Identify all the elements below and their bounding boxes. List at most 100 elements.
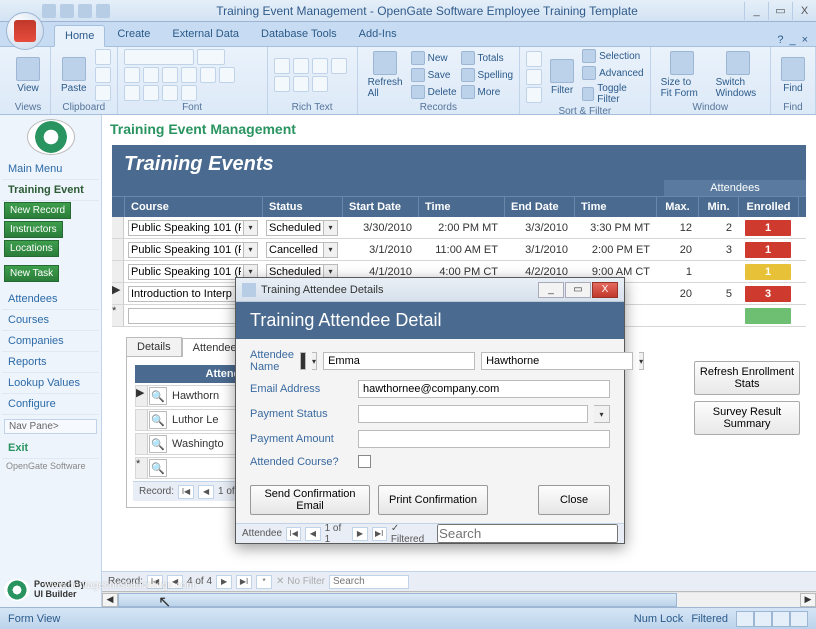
fill-color-button[interactable]: [143, 85, 159, 101]
bold-button[interactable]: [124, 67, 140, 83]
sidebar-training-event[interactable]: Training Event: [2, 180, 99, 201]
event-row[interactable]: ▾▾3/30/20102:00 PM MT3/3/20103:30 PM MT1…: [112, 217, 806, 239]
nav-pane-toggle[interactable]: Nav Pane>: [4, 419, 97, 434]
sidebar-attendees[interactable]: Attendees: [2, 289, 99, 310]
course-input[interactable]: [128, 308, 244, 324]
row-selector[interactable]: [112, 261, 124, 282]
spelling-button[interactable]: Spelling: [461, 68, 514, 82]
font-family-combo[interactable]: [124, 49, 194, 65]
status-input[interactable]: [266, 220, 324, 236]
sort-asc-button[interactable]: [526, 51, 542, 67]
format-painter-icon[interactable]: [95, 85, 111, 101]
indent-inc-button[interactable]: [331, 58, 347, 74]
filter-button[interactable]: Filter: [546, 57, 578, 98]
first-name-input[interactable]: [323, 352, 475, 370]
sidebar-exit[interactable]: Exit: [2, 438, 99, 459]
sidebar-new-record[interactable]: New Record: [4, 202, 71, 219]
highlight-button[interactable]: [312, 76, 328, 92]
sort-desc-button[interactable]: [526, 69, 542, 85]
filtered-chip[interactable]: ✓ Filtered: [391, 523, 433, 545]
sidebar-locations[interactable]: Locations: [4, 240, 59, 257]
dialog-close-button[interactable]: X: [592, 282, 618, 298]
sidebar-configure[interactable]: Configure: [2, 394, 99, 415]
cut-icon[interactable]: [95, 49, 111, 65]
mdi-close-icon[interactable]: ×: [802, 34, 808, 46]
dialog-search-input[interactable]: [437, 524, 618, 543]
help-icon[interactable]: ?: [777, 34, 783, 46]
max-cell[interactable]: 12: [656, 220, 698, 236]
nav-next-button[interactable]: ▶: [216, 575, 232, 589]
view-button[interactable]: View: [12, 55, 44, 96]
align-center-button[interactable]: [200, 67, 216, 83]
course-input[interactable]: [128, 220, 244, 236]
start-date-cell[interactable]: 3/30/2010: [342, 220, 418, 236]
search-input[interactable]: [329, 575, 409, 589]
end-time-cell[interactable]: 3:30 PM MT: [574, 220, 656, 236]
sidebar-courses[interactable]: Courses: [2, 310, 99, 331]
view-design-icon[interactable]: [790, 611, 808, 627]
subtab-details[interactable]: Details: [126, 337, 182, 356]
print-confirmation-button[interactable]: Print Confirmation: [378, 485, 488, 515]
send-confirmation-button[interactable]: Send Confirmation Email: [250, 485, 370, 515]
window-maximize-button[interactable]: ▭: [768, 2, 792, 20]
close-button[interactable]: Close: [538, 485, 610, 515]
col-start-time[interactable]: Time: [419, 197, 505, 217]
col-end-time[interactable]: Time: [575, 197, 657, 217]
prefix-combo[interactable]: [300, 352, 306, 370]
email-input[interactable]: [358, 380, 610, 398]
italic-button[interactable]: [143, 67, 159, 83]
col-max[interactable]: Max.: [657, 197, 699, 217]
start-time-cell[interactable]: 2:00 PM MT: [418, 220, 504, 236]
course-input[interactable]: [128, 264, 244, 280]
nav-last-button[interactable]: ▶I: [236, 575, 252, 589]
course-input[interactable]: [128, 286, 244, 302]
quick-access-toolbar[interactable]: [42, 4, 110, 18]
status-input[interactable]: [266, 242, 324, 258]
dialog-maximize-button[interactable]: ▭: [565, 282, 591, 298]
survey-result-button[interactable]: Survey Result Summary: [694, 401, 800, 435]
nav-prev-icon[interactable]: ◀: [198, 485, 214, 499]
selection-button[interactable]: Selection: [582, 49, 643, 63]
align-right-button[interactable]: [219, 67, 235, 83]
new-record-button[interactable]: New: [411, 51, 457, 65]
align-left-button[interactable]: [181, 67, 197, 83]
sidebar-main-menu[interactable]: Main Menu: [2, 159, 99, 180]
clear-sort-button[interactable]: [526, 87, 542, 103]
payment-status-dropdown-icon[interactable]: ▾: [594, 405, 610, 423]
attended-checkbox[interactable]: [358, 455, 371, 468]
sidebar-instructors[interactable]: Instructors: [4, 221, 63, 238]
col-status[interactable]: Status: [263, 197, 343, 217]
copy-icon[interactable]: [95, 67, 111, 83]
min-cell[interactable]: 5: [698, 286, 738, 302]
dlg-nav-prev-icon[interactable]: ◀: [305, 527, 320, 541]
sidebar-companies[interactable]: Companies: [2, 331, 99, 352]
max-cell[interactable]: [656, 314, 698, 318]
name-dropdown-icon[interactable]: ▾: [639, 352, 644, 370]
magnify-icon[interactable]: 🔍: [149, 435, 167, 453]
font-size-combo[interactable]: [197, 49, 225, 65]
magnify-icon[interactable]: 🔍: [149, 387, 167, 405]
nav-first-icon[interactable]: I◀: [178, 485, 194, 499]
min-cell[interactable]: [698, 270, 738, 274]
col-course[interactable]: Course: [125, 197, 263, 217]
scroll-right-icon[interactable]: ▶: [800, 593, 816, 607]
sidebar-new-task[interactable]: New Task: [4, 265, 59, 282]
chevron-down-icon[interactable]: ▾: [324, 242, 338, 258]
scroll-left-icon[interactable]: ◀: [102, 593, 118, 607]
view-form-icon[interactable]: [736, 611, 754, 627]
start-time-cell[interactable]: 11:00 AM ET: [418, 242, 504, 258]
max-cell[interactable]: 1: [656, 264, 698, 280]
chevron-down-icon[interactable]: ▾: [244, 242, 258, 258]
chevron-down-icon[interactable]: ▾: [324, 220, 338, 236]
dialog-minimize-button[interactable]: _: [538, 282, 564, 298]
totals-button[interactable]: Totals: [461, 51, 514, 65]
end-date-cell[interactable]: 3/1/2010: [504, 242, 574, 258]
dlg-nav-first-icon[interactable]: I◀: [286, 527, 301, 541]
ribbon-minimize-icon[interactable]: _: [789, 34, 795, 46]
end-date-cell[interactable]: 3/3/2010: [504, 220, 574, 236]
min-cell[interactable]: [698, 314, 738, 318]
underline-button[interactable]: [162, 67, 178, 83]
window-minimize-button[interactable]: _: [744, 2, 768, 20]
max-cell[interactable]: 20: [656, 286, 698, 302]
row-selector[interactable]: [112, 239, 124, 260]
